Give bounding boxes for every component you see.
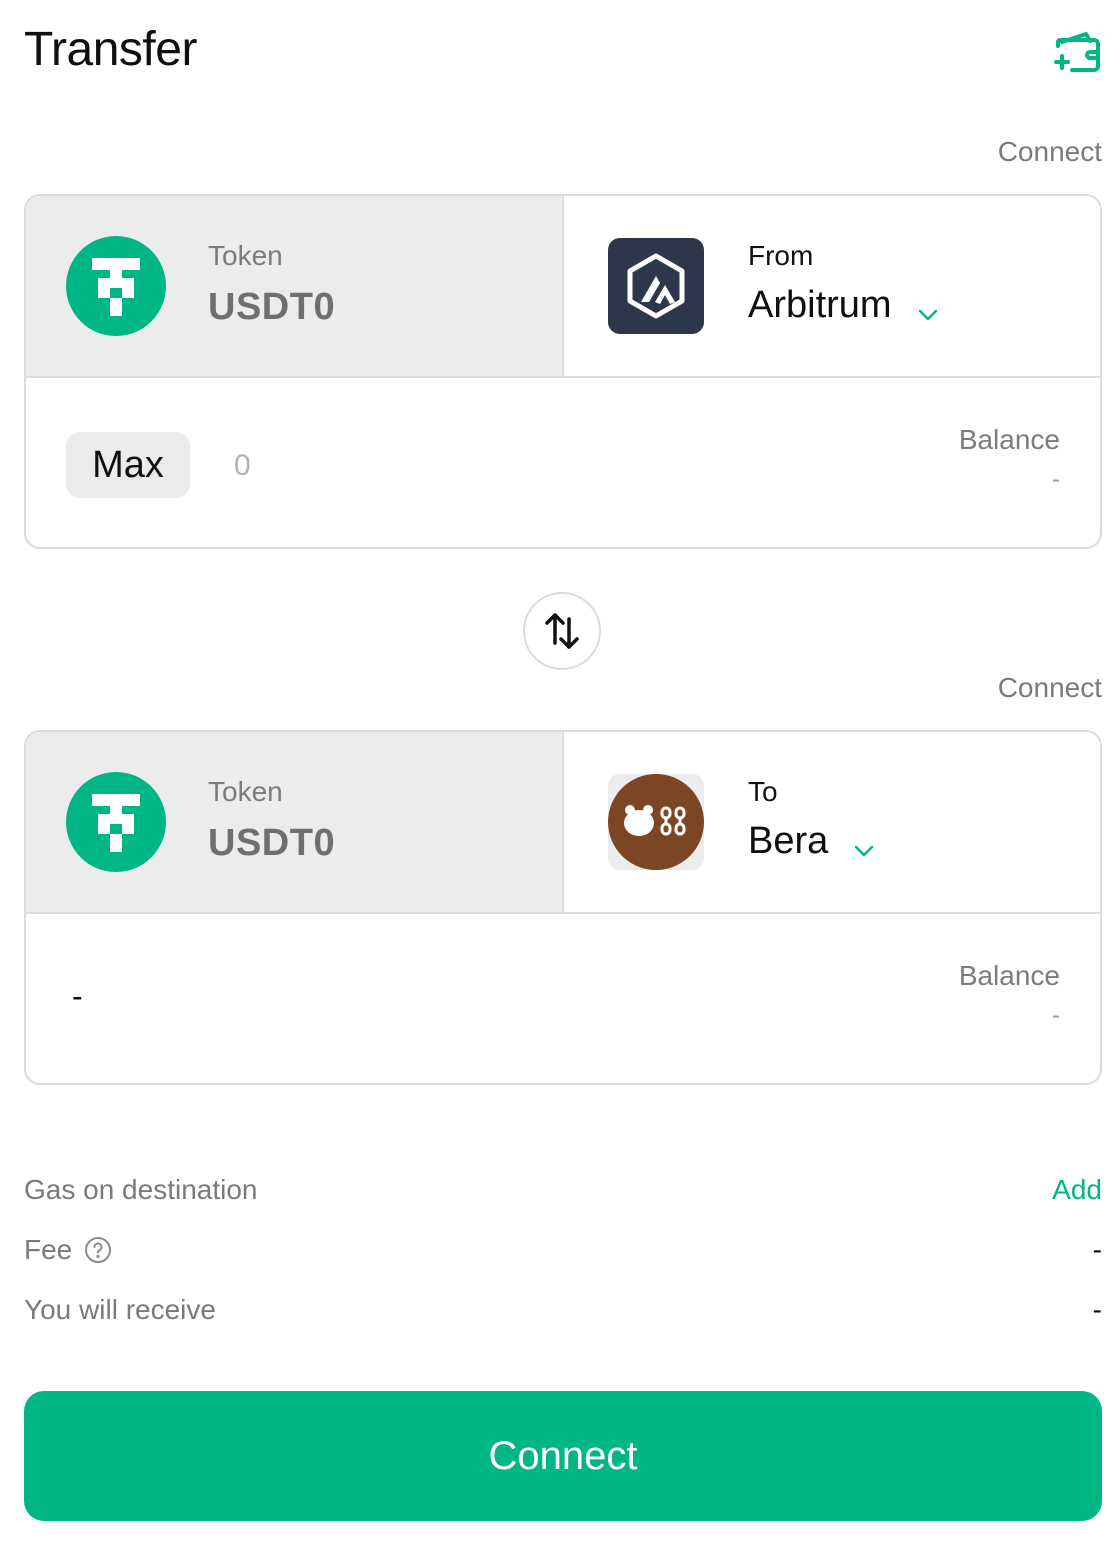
page-title: Transfer xyxy=(24,23,197,76)
source-token-caption: Token xyxy=(208,240,283,271)
destination-amount-row: - Balance - xyxy=(26,914,1100,1083)
source-chain-selector[interactable]: From Arbitrum xyxy=(564,196,1100,376)
fee-label: Fee xyxy=(24,1234,73,1265)
destination-balance-value: - xyxy=(1052,1002,1060,1029)
source-token-symbol: USDT0 xyxy=(208,286,336,328)
arbitrum-chain-icon xyxy=(608,238,704,334)
fee-value: - xyxy=(1092,1234,1102,1265)
usdt0-token-icon xyxy=(66,772,166,872)
destination-chain-name: Bera xyxy=(748,820,829,862)
gas-on-destination-label: Gas on destination xyxy=(24,1174,258,1205)
fee-row: Fee - xyxy=(24,1234,1102,1274)
destination-connect-link[interactable]: Connect xyxy=(998,672,1102,704)
you-will-receive-value: - xyxy=(1092,1294,1102,1325)
wallet-add-icon[interactable] xyxy=(1054,28,1102,72)
usdt0-token-icon xyxy=(66,236,166,336)
fee-label-group: Fee xyxy=(24,1234,112,1266)
swap-direction-button[interactable] xyxy=(523,592,601,670)
you-will-receive-row: You will receive - xyxy=(24,1294,1102,1334)
you-will-receive-label: You will receive xyxy=(24,1294,216,1325)
source-card-header: Token USDT0 From Arbitrum xyxy=(26,196,1100,378)
destination-receive-amount: - xyxy=(72,978,83,1014)
chevron-down-icon xyxy=(852,830,876,856)
source-card: Token USDT0 From Arbitrum Max Balance xyxy=(24,194,1102,549)
destination-card: Token USDT0 To Bera - Balance - xyxy=(24,730,1102,1085)
gas-on-destination-row: Gas on destination Add xyxy=(24,1174,1102,1214)
destination-card-header: Token USDT0 To Bera xyxy=(26,732,1100,914)
amount-input[interactable] xyxy=(234,442,534,490)
source-chain-name-row: Arbitrum xyxy=(748,284,940,327)
max-button[interactable]: Max xyxy=(66,432,190,498)
source-connect-link[interactable]: Connect xyxy=(998,136,1102,168)
destination-chain-selector[interactable]: To Bera xyxy=(564,732,1100,912)
source-token-selector[interactable]: Token USDT0 xyxy=(26,196,564,376)
connect-wallet-button[interactable]: Connect xyxy=(24,1391,1102,1521)
destination-chain-name-row: Bera xyxy=(748,820,876,863)
source-chain-name: Arbitrum xyxy=(748,284,892,326)
chevron-down-icon xyxy=(916,294,940,320)
source-amount-row: Max Balance - xyxy=(26,378,1100,547)
source-balance-value: - xyxy=(1052,466,1060,493)
bera-chain-icon xyxy=(608,774,704,870)
source-balance-label: Balance xyxy=(958,424,1060,455)
swap-arrows-icon xyxy=(545,613,579,649)
add-gas-link[interactable]: Add xyxy=(1052,1174,1102,1206)
destination-balance-label: Balance xyxy=(958,960,1060,991)
destination-chain-caption: To xyxy=(748,776,778,807)
destination-token-symbol: USDT0 xyxy=(208,822,336,864)
source-chain-caption: From xyxy=(748,240,814,271)
destination-token-selector[interactable]: Token USDT0 xyxy=(26,732,564,912)
destination-token-caption: Token xyxy=(208,776,283,807)
help-icon[interactable] xyxy=(84,1236,112,1264)
